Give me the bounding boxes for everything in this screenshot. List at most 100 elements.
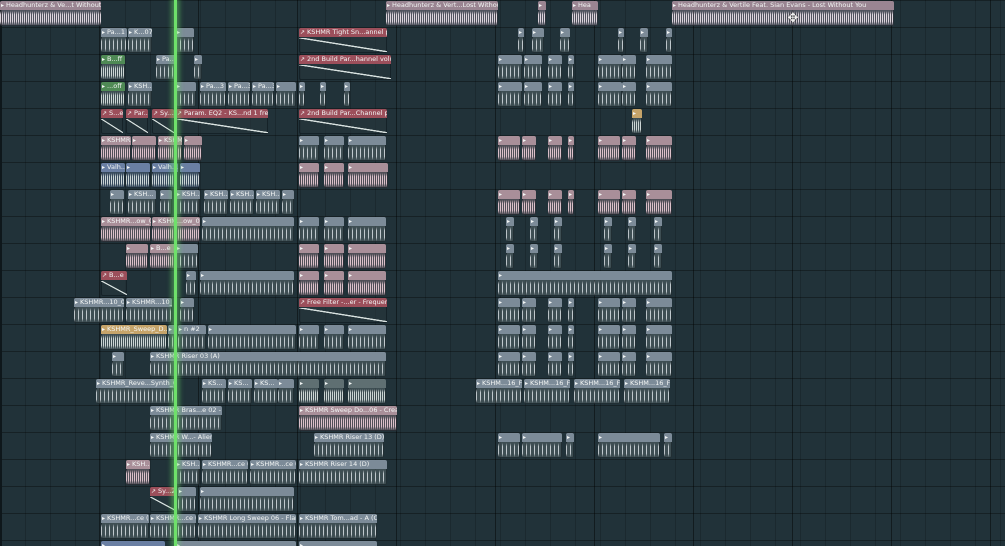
clip-header[interactable]: ▸ KSHMR Riser 13 (D) [314,433,384,442]
playlist-clip[interactable]: ▸ [324,271,344,296]
clip-header[interactable]: ↗Free Filter -...er - Frequency [299,298,387,307]
clip-header[interactable]: ▸ [180,163,200,172]
playlist-clip[interactable]: ▸ [498,352,520,377]
clip-header[interactable]: ▸ [654,244,662,253]
playlist-clip[interactable]: ▸Headhunterz & Ve...t Without You [0,1,101,26]
playlist-clip[interactable]: ▸ [324,325,344,350]
clip-header[interactable]: ↗ Sy...2 [150,487,176,496]
clip-header[interactable]: ▸ [632,109,642,118]
playlist-clip[interactable]: ▸ [598,352,620,377]
clip-header[interactable]: ▸Valh... [101,163,125,172]
playlist-clip[interactable]: ▸ [622,298,636,323]
clip-header[interactable]: ▸ KSH... [256,190,280,199]
clip-header[interactable]: ▸ [299,271,319,280]
clip-header[interactable]: ▸ [566,433,574,442]
clip-header[interactable]: ▸ n #2 [178,325,206,334]
clip-header[interactable]: ▸ [498,271,672,280]
playlist-clip[interactable]: ▸ [622,55,636,80]
track-lane[interactable]: ▸ KSHMR_Sweep_D... ▸ ▸ n #2 ▸ ▸ ▸ ▸ ▸ ▸ ▸ ▸ ▸ ▸ ▸ [0,324,1005,351]
playlist-clip[interactable]: ▸ [299,82,305,107]
playlist-clip[interactable]: ▸ [344,82,350,107]
clip-header[interactable]: ▸KSHMR...10_0 [74,298,124,307]
track-lane[interactable]: ↗ B...e ▸ ▸ ▸ ▸ ▸ ▸ [0,270,1005,297]
clip-header[interactable]: ↗ B...e [101,271,127,280]
clip-header[interactable]: ▸ KSH... [128,82,152,91]
playlist-clip[interactable]: ▸ [324,244,344,269]
playlist-clip[interactable]: ▸ [568,55,574,80]
clip-header[interactable]: ▸ [498,82,522,91]
playlist-clip[interactable]: ▸ [324,217,344,242]
playlist-clip[interactable]: ▸KSHMR...ce (D) [202,460,248,485]
clip-header[interactable]: ▸Headhunterz & Ve...t Without You [0,1,101,10]
playlist-clip[interactable]: ▸ Pa...1 [101,28,127,53]
playlist-clip[interactable]: ▸ [110,190,124,215]
track-lane[interactable]: ▸KSHMR...10_0▸KSHMR...10_0 ▸ ↗Free Filter … [0,297,1005,324]
playlist-clip[interactable]: ▸ [628,244,636,269]
clip-header[interactable]: ▸KSHMR... [101,136,131,145]
clip-header[interactable]: ▸ [324,271,344,280]
playlist-arrangement[interactable]: ▸Headhunterz & Ve...t Without You ▸Headhu… [0,0,1005,546]
clip-header[interactable]: ▸Headhunterz & Vert...Lost Without You [386,1,498,10]
playlist-clip[interactable]: ▸ [622,82,636,107]
playlist-clip[interactable]: ▸ [176,244,198,269]
clip-header[interactable]: ▸ [622,298,636,307]
clip-header[interactable]: ▸ KSHMR Riser 14 (D) [299,460,387,469]
track-lane[interactable]: ▸KSHMR Bras...e 02 - (C)▸KSHMR Sweep Do.… [0,405,1005,432]
playlist-clip[interactable]: ▸ [299,217,319,242]
clip-header[interactable]: ▸ Hea [572,1,598,10]
clip-header[interactable]: ▸ [126,244,148,253]
clip-header[interactable]: ▸ K...07 [128,28,152,37]
clip-header[interactable]: ▸ [532,28,544,37]
playlist-clip[interactable]: ▸ K...07 [128,28,152,53]
clip-header[interactable]: ↗Sy...3 [152,109,174,118]
playlist-clip[interactable]: ▸ [548,190,562,215]
clip-header[interactable]: ↗Param. EQ2 - KS...nd 1 freq #2 [176,109,268,118]
playlist-clip[interactable]: ▸ [348,379,386,404]
clip-header[interactable]: ▸KSHMR_Reve...Synth_02_A [96,379,176,388]
clip-header[interactable]: ▸ [324,379,344,388]
clip-header[interactable]: ▸ KSHM...ow_07 [152,217,200,226]
clip-header[interactable]: ▸ KSHMR Tom...ad - A (C) [299,514,377,523]
playlist-clip[interactable]: ▸ [200,271,294,296]
clip-header[interactable]: ▸ [299,244,319,253]
clip-header[interactable]: ▸ [320,82,326,91]
clip-header[interactable]: ▸ KSH... [176,190,200,199]
playlist-clip[interactable]: ▸Valh... [101,163,125,188]
playlist-clip[interactable]: ▸ KSH... [230,190,254,215]
clip-header[interactable]: ▸ [548,325,562,334]
playlist-clip[interactable]: ▸ [622,352,636,377]
playlist-clip[interactable]: ▸KSHMR...ow_07 [101,217,151,242]
clip-header[interactable]: ▸KSHMR...10_0 [126,298,172,307]
playlist-clip[interactable]: ▸ [276,82,296,107]
playlist-clip[interactable]: ▸ [622,325,636,350]
clip-header[interactable]: ▸ [524,82,542,91]
clip-header[interactable]: ▸ [348,379,386,388]
clip-header[interactable]: ▸ [110,190,124,199]
playlist-clip[interactable]: ▸Pa...2 [156,55,176,80]
playlist-clip[interactable]: ▸ [598,136,620,161]
playlist-clip[interactable]: ▸ [522,325,536,350]
clip-header[interactable]: ▸ [666,28,672,37]
playlist-clip[interactable]: ▸ [498,136,520,161]
playlist-clip[interactable]: ▸ [168,325,176,350]
clip-header[interactable]: ▸ ...off [101,82,125,91]
playlist-clip[interactable]: ▸ [178,487,196,512]
playlist-clip[interactable]: ▸KSHMR...ce (D) [101,514,149,539]
clip-header[interactable]: ▸Valh... [152,163,178,172]
clip-header[interactable]: ↗ S...e [101,109,123,118]
clip-header[interactable]: ▸ [568,190,574,199]
playlist-clip[interactable]: ▸ [524,55,542,80]
playlist-clip[interactable]: ▸ [348,136,386,161]
clip-header[interactable]: ▸ [180,298,194,307]
track-lane[interactable]: ▸ ▸ KSH... ▸ ▸ KSH... ▸ KSH... ▸ KSH... ▸ KSH... ▸ ▸ ▸… [0,189,1005,216]
clip-header[interactable]: ▸KSHMR...ce (D) [202,460,248,469]
playlist-clip[interactable]: ▸ KS... [228,379,252,404]
track-lane[interactable]: ↗S...e↗Par...↗Sy...3↗Param. EQ2 - KS...n… [0,108,1005,135]
playlist-clip[interactable]: ▸ KSH... [128,190,156,215]
clip-header[interactable]: ▸ [168,325,176,334]
clip-header[interactable]: ▸ [646,352,672,361]
clip-header[interactable]: ▸ [538,1,546,10]
clip-header[interactable]: ▸KSHMR...ce (D) [101,514,149,523]
clip-header[interactable]: ▸ [498,136,520,145]
track-lane[interactable]: ▸KSHMR_Reve...Synth_02_A▸KS...▸KS...▸KS.… [0,378,1005,405]
